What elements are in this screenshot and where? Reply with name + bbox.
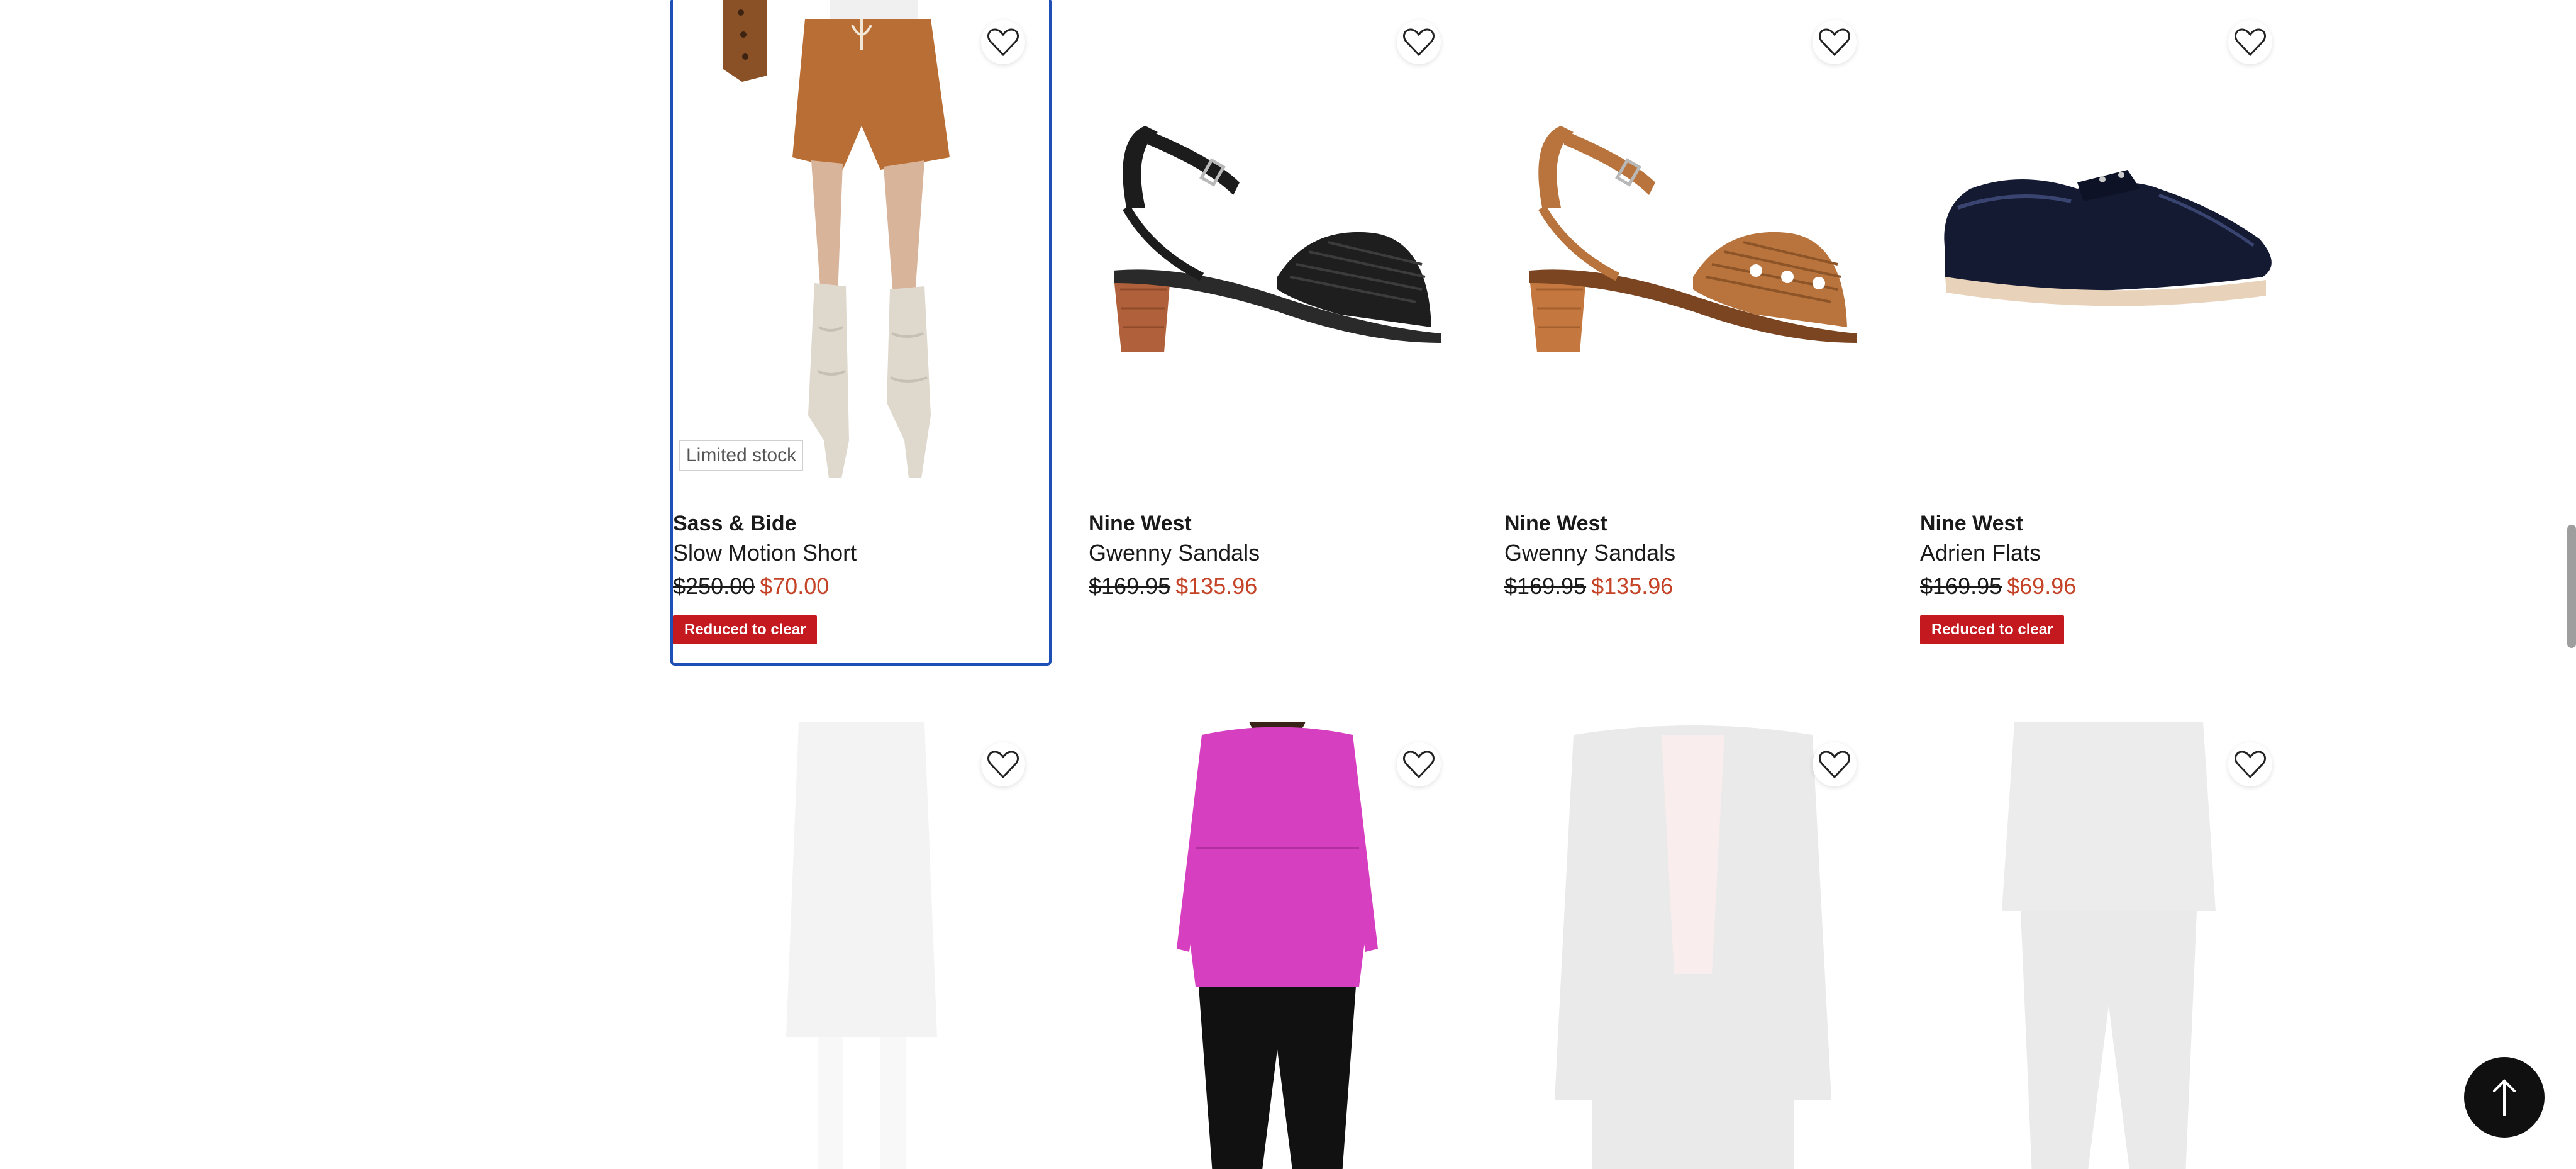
sale-price: $69.96	[2007, 573, 2077, 599]
product-price: $169.95 $135.96	[1504, 569, 1880, 604]
promo-badge: Reduced to clear	[1920, 615, 2065, 644]
product-image[interactable]: Limited stock	[673, 0, 1049, 483]
sale-price: $70.00	[760, 573, 830, 599]
tan-sandal-image	[1504, 0, 1880, 483]
heart-icon	[2235, 28, 2266, 57]
product-price: $250.00 $70.00	[673, 569, 1049, 604]
product-card[interactable]	[1504, 722, 1880, 1169]
product-info: Sass & Bide Slow Motion Short $250.00 $70…	[673, 483, 1049, 644]
original-price: $169.95	[1089, 573, 1171, 599]
heart-icon	[1403, 751, 1435, 779]
arrow-up-icon	[2493, 1079, 2516, 1116]
product-brand: Nine West	[1504, 512, 1607, 535]
product-brand: Sass & Bide	[673, 512, 797, 535]
sale-price: $135.96	[1175, 573, 1258, 599]
original-price: $169.95	[1504, 573, 1587, 599]
product-card[interactable]: Nine West Gwenny Sandals $169.95 $135.96	[1504, 0, 1880, 604]
favorite-button[interactable]	[981, 20, 1025, 64]
stock-badge: Limited stock	[679, 440, 804, 471]
product-name[interactable]: Gwenny Sandals	[1089, 537, 1465, 569]
product-image[interactable]	[673, 722, 1049, 1169]
product-card[interactable]: Nine West Gwenny Sandals $169.95 $135.96	[1089, 0, 1465, 604]
pink-top-model-image	[1089, 722, 1465, 1169]
product-image[interactable]	[1920, 0, 2296, 483]
original-price: $169.95	[1920, 573, 2002, 599]
product-card[interactable]: Limited stock Sass & Bide Slow Motion Sh…	[670, 0, 1052, 666]
black-sandal-image	[1089, 0, 1465, 483]
product-brand: Nine West	[1920, 512, 2023, 535]
product-card[interactable]: Nine West Adrien Flats $169.95 $69.96 Red…	[1920, 0, 2296, 644]
product-name[interactable]: Slow Motion Short	[673, 537, 1049, 569]
product-brand: Nine West	[1089, 512, 1192, 535]
heart-icon	[987, 751, 1019, 779]
favorite-button[interactable]	[1813, 20, 1857, 64]
scroll-to-top-button[interactable]	[2464, 1057, 2545, 1138]
product-image[interactable]	[1089, 722, 1465, 1169]
favorite-button[interactable]	[1813, 742, 1857, 786]
product-name[interactable]: Adrien Flats	[1920, 537, 2296, 569]
heart-icon	[1819, 751, 1850, 779]
favorite-button[interactable]	[981, 742, 1025, 786]
promo-badge: Reduced to clear	[673, 615, 818, 644]
product-image[interactable]	[1504, 0, 1880, 483]
sale-price: $135.96	[1591, 573, 1674, 599]
product-image[interactable]	[1920, 722, 2296, 1169]
favorite-button[interactable]	[2228, 20, 2272, 64]
product-card[interactable]	[1089, 722, 1465, 1169]
favorite-button[interactable]	[1397, 20, 1441, 64]
heart-icon	[987, 28, 1019, 57]
jacket-image-loading	[1504, 722, 1880, 1169]
navy-flat-image	[1920, 0, 2296, 483]
product-info: Nine West Adrien Flats $169.95 $69.96 Red…	[1920, 483, 2296, 644]
product-card[interactable]	[1920, 722, 2296, 1169]
product-image[interactable]	[1089, 0, 1465, 483]
favorite-button[interactable]	[1397, 742, 1441, 786]
dress-image-loading	[673, 722, 1049, 1169]
product-info: Nine West Gwenny Sandals $169.95 $135.96	[1089, 483, 1465, 604]
heart-icon	[1819, 28, 1850, 57]
product-info: Nine West Gwenny Sandals $169.95 $135.96	[1504, 483, 1880, 604]
product-price: $169.95 $135.96	[1089, 569, 1465, 604]
original-price: $250.00	[673, 573, 755, 599]
product-card[interactable]	[673, 722, 1049, 1169]
product-name[interactable]: Gwenny Sandals	[1504, 537, 1880, 569]
page-scrollbar[interactable]	[2567, 525, 2576, 648]
product-image[interactable]	[1504, 722, 1880, 1169]
shorts-model-image	[673, 0, 1049, 483]
heart-icon	[2235, 751, 2266, 779]
product-price: $169.95 $69.96	[1920, 569, 2296, 604]
black-outfit-image-loading	[1920, 722, 2296, 1169]
product-grid-page: Limited stock Sass & Bide Slow Motion Sh…	[0, 0, 2576, 1169]
favorite-button[interactable]	[2228, 742, 2272, 786]
heart-icon	[1403, 28, 1435, 57]
